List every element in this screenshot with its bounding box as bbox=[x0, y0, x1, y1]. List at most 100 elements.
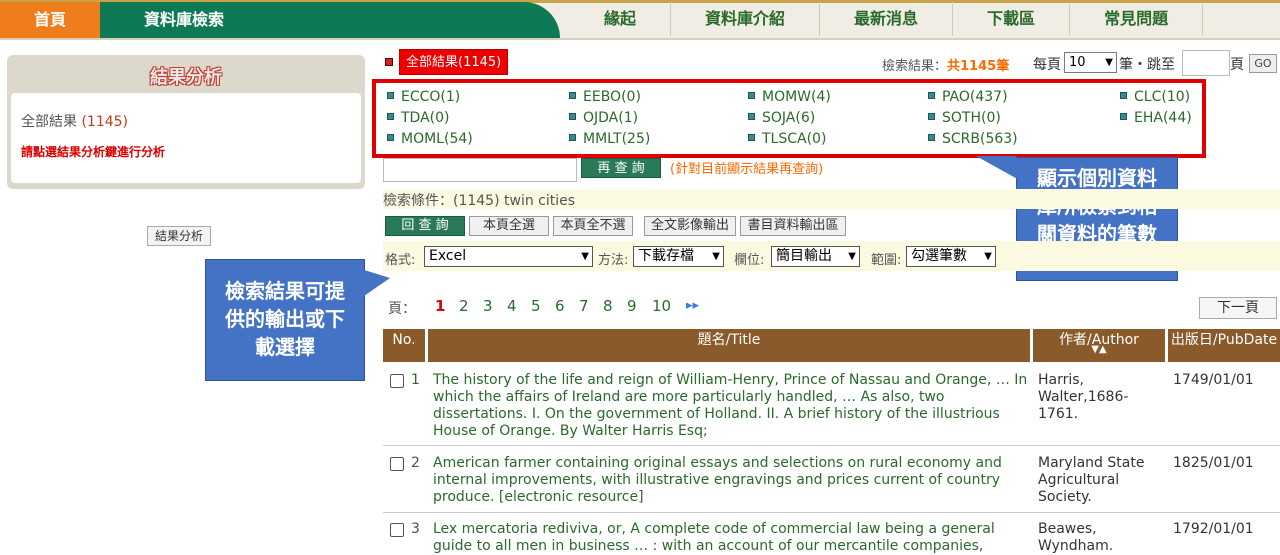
checkbox-icon bbox=[928, 92, 935, 99]
database-item[interactable]: SOJA(6) bbox=[748, 110, 815, 126]
database-item[interactable]: SCRB(563) bbox=[928, 131, 1018, 147]
checkbox-icon bbox=[385, 58, 393, 66]
nav-item-news[interactable]: 最新消息 bbox=[820, 2, 954, 36]
page-link[interactable]: 8 bbox=[603, 297, 613, 315]
select-page-button[interactable]: 本頁全選 bbox=[469, 216, 549, 236]
nav-home[interactable]: 首頁 bbox=[0, 2, 100, 38]
jump-page-input[interactable] bbox=[1182, 50, 1230, 76]
row-date: 1825/01/01 bbox=[1173, 455, 1254, 471]
row-checkbox[interactable] bbox=[390, 523, 404, 537]
requery-button[interactable]: 再 查 詢 bbox=[581, 158, 661, 178]
nav-database-search[interactable]: 資料庫檢索 bbox=[100, 2, 560, 38]
checkbox-icon bbox=[1120, 92, 1127, 99]
sort-icon[interactable]: ▼▲ bbox=[1033, 345, 1165, 355]
database-label: TDA(0) bbox=[401, 110, 450, 126]
database-label: MOMW(4) bbox=[762, 89, 831, 105]
database-item[interactable]: MOML(54) bbox=[387, 131, 473, 147]
page-link[interactable]: 7 bbox=[579, 297, 589, 315]
go-button[interactable]: GO bbox=[1249, 54, 1277, 73]
nav-item-origin[interactable]: 緣起 bbox=[570, 2, 672, 36]
database-item[interactable]: ECCO(1) bbox=[387, 89, 460, 105]
database-item[interactable]: MMLT(25) bbox=[569, 131, 650, 147]
database-item[interactable]: TLSCA(0) bbox=[748, 131, 826, 147]
requery-input[interactable] bbox=[383, 158, 577, 182]
bibliographic-export-button[interactable]: 書目資料輸出區 bbox=[740, 216, 846, 236]
database-label: OJDA(1) bbox=[583, 110, 639, 126]
result-analysis-title: 結果分析 bbox=[150, 67, 222, 88]
row-author: Maryland State Agricultural Society. bbox=[1038, 455, 1145, 505]
row-title-link[interactable]: American farmer containing original essa… bbox=[433, 455, 1028, 506]
next-page-button[interactable]: 下一頁 bbox=[1199, 297, 1277, 319]
database-breakdown-box: ECCO(1) EEBO(0) MOMW(4) PAO(437) CLC(10)… bbox=[372, 79, 1206, 158]
database-label: EHA(44) bbox=[1134, 110, 1192, 126]
chevron-down-icon: ▼ bbox=[1105, 57, 1113, 68]
chevron-down-icon: ▼ bbox=[712, 251, 720, 262]
table-row: 1 The history of the life and reign of W… bbox=[383, 370, 1280, 445]
checkbox-icon bbox=[387, 113, 394, 120]
result-analysis-button[interactable]: 結果分析 bbox=[147, 226, 212, 246]
nav-item-downloads[interactable]: 下載區 bbox=[953, 2, 1071, 36]
database-label: MOML(54) bbox=[401, 131, 473, 147]
page-link-current[interactable]: 1 bbox=[435, 297, 445, 315]
per-page-select[interactable]: 10 ▼ bbox=[1064, 52, 1117, 73]
database-item[interactable]: EHA(44) bbox=[1120, 110, 1192, 126]
checkbox-icon bbox=[569, 92, 576, 99]
database-label: SCRB(563) bbox=[942, 131, 1018, 147]
row-author: Beawes, Wyndham. bbox=[1038, 521, 1114, 554]
nav-item-faq[interactable]: 常見問題 bbox=[1070, 2, 1204, 36]
database-item[interactable]: CLC(10) bbox=[1120, 89, 1190, 105]
checkbox-icon bbox=[569, 113, 576, 120]
row-title-link[interactable]: The history of the life and reign of Wil… bbox=[433, 372, 1028, 440]
page-link[interactable]: 9 bbox=[627, 297, 637, 315]
row-author: Harris, Walter,1686-1761. bbox=[1038, 372, 1129, 422]
requery-hint: (針對目前顯示結果再查詢) bbox=[670, 162, 824, 177]
all-results-tab[interactable]: 全部結果(1145) bbox=[399, 49, 509, 75]
chevron-down-icon: ▼ bbox=[848, 251, 856, 262]
page-link[interactable]: 2 bbox=[459, 297, 469, 315]
method-select[interactable]: 下載存檔 ▼ bbox=[633, 246, 724, 267]
all-results-count: (1145) bbox=[81, 114, 129, 130]
row-checkbox[interactable] bbox=[390, 374, 404, 388]
row-number: 3 bbox=[411, 521, 420, 537]
analysis-hint: 請點選結果分析鍵進行分析 bbox=[21, 145, 166, 159]
results-count-value: 共1145筆 bbox=[947, 59, 1010, 74]
database-item[interactable]: TDA(0) bbox=[387, 110, 450, 126]
fulltext-export-button[interactable]: 全文影像輸出 bbox=[644, 216, 736, 236]
checkbox-icon bbox=[387, 134, 394, 141]
results-count: 檢索結果：共1145筆 bbox=[882, 55, 1009, 74]
field-label: 欄位: bbox=[734, 253, 765, 268]
page-link[interactable]: 6 bbox=[555, 297, 565, 315]
field-select[interactable]: 簡目輸出 ▼ bbox=[771, 246, 860, 267]
database-item[interactable]: PAO(437) bbox=[928, 89, 1008, 105]
page-link[interactable]: 4 bbox=[507, 297, 517, 315]
page-link[interactable]: 10 bbox=[652, 297, 671, 315]
database-item[interactable]: OJDA(1) bbox=[569, 110, 638, 126]
database-item[interactable]: SOTH(0) bbox=[928, 110, 1001, 126]
column-header-author[interactable]: 作者/Author ▼▲ bbox=[1033, 329, 1165, 362]
database-item[interactable]: EEBO(0) bbox=[569, 89, 641, 105]
row-title-link[interactable]: Lex mercatoria rediviva, or, A complete … bbox=[433, 521, 1028, 555]
checkbox-icon bbox=[748, 92, 755, 99]
export-options-callout: 檢索結果可提供的輸出或下載選擇 bbox=[205, 259, 390, 381]
database-label: SOJA(6) bbox=[762, 110, 816, 126]
page-link[interactable]: 3 bbox=[483, 297, 493, 315]
all-results-label: 全部結果 bbox=[21, 114, 77, 130]
search-condition: 檢索條件：(1145) twin cities bbox=[383, 193, 576, 209]
page-link[interactable]: 5 bbox=[531, 297, 541, 315]
deselect-page-button[interactable]: 本頁全不選 bbox=[553, 216, 633, 236]
result-analysis-panel: 結果分析 全部結果 (1145) 請點選結果分析鍵進行分析 bbox=[7, 55, 365, 189]
checkbox-icon bbox=[1120, 113, 1127, 120]
database-label: TLSCA(0) bbox=[762, 131, 827, 147]
range-label: 範圍: bbox=[871, 253, 902, 268]
checkbox-icon bbox=[569, 134, 576, 141]
checkbox-icon bbox=[928, 134, 935, 141]
checkbox-icon bbox=[748, 134, 755, 141]
database-item[interactable]: MOMW(4) bbox=[748, 89, 831, 105]
next-pages-icon[interactable]: ▸▸ bbox=[686, 298, 699, 313]
format-select[interactable]: Excel ▼ bbox=[424, 246, 593, 267]
row-date: 1749/01/01 bbox=[1173, 372, 1254, 388]
nav-item-database-intro[interactable]: 資料庫介紹 bbox=[671, 2, 821, 36]
row-checkbox[interactable] bbox=[390, 457, 404, 471]
back-to-search-button[interactable]: 回 查 詢 bbox=[385, 216, 465, 236]
range-select[interactable]: 勾選筆數 ▼ bbox=[906, 246, 996, 267]
